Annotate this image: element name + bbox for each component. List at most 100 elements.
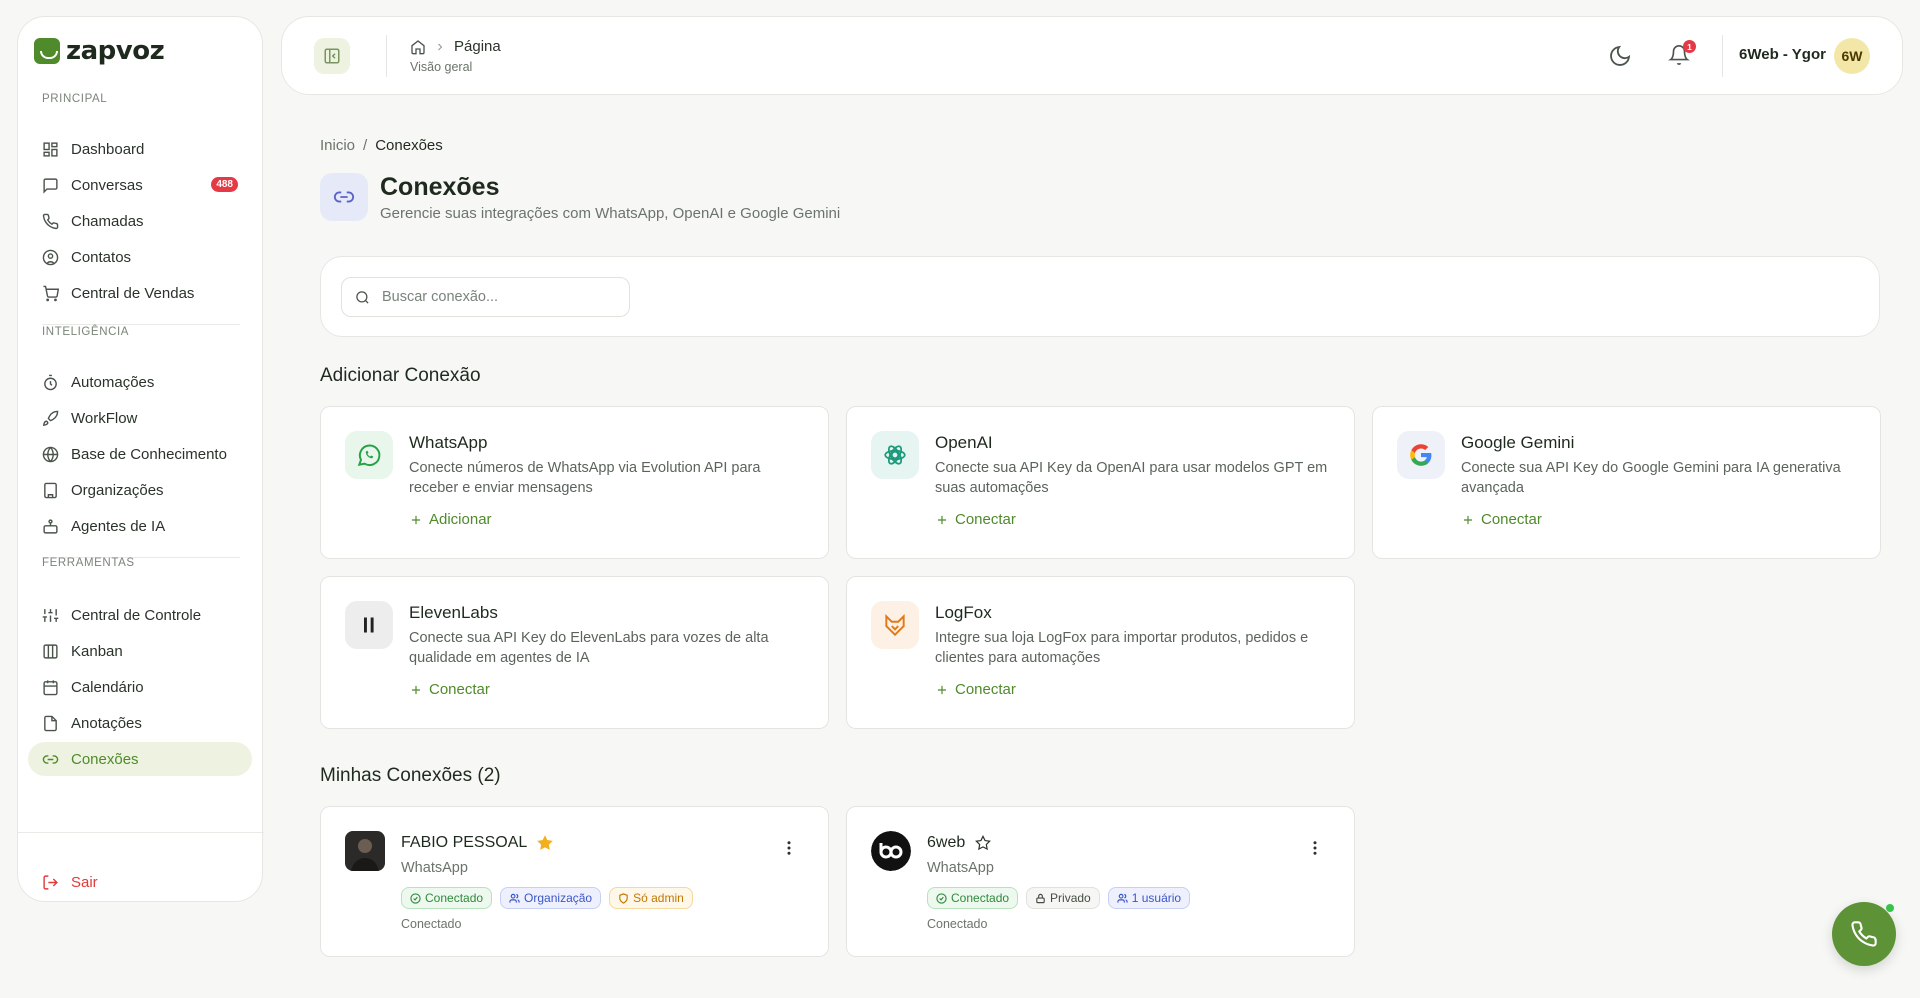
- moon-icon[interactable]: [1608, 44, 1632, 68]
- sidebar-item-label: Contatos: [71, 248, 132, 266]
- sidebar-item-label: Organizações: [71, 481, 164, 499]
- avatar[interactable]: 6W: [1834, 38, 1870, 74]
- search-card: [320, 256, 1880, 337]
- sidebar-item-label: Base de Conhecimento: [71, 445, 227, 463]
- connection-status: Conectado: [927, 917, 988, 931]
- more-vertical-icon[interactable]: [1306, 839, 1324, 857]
- plus-icon: [1463, 515, 1473, 524]
- sidebar-item-agentes-de-ia[interactable]: Agentes de IA: [28, 509, 252, 543]
- sidebar-divider: [18, 832, 264, 833]
- provider-description: Conecte sua API Key do Google Gemini par…: [1461, 460, 1841, 496]
- star-outline-icon[interactable]: [975, 835, 992, 851]
- connect-gemini-button[interactable]: Conectar: [1461, 511, 1542, 528]
- connection-card-6web[interactable]: 6web WhatsApp Conectado Privado 1 usuári…: [846, 806, 1355, 957]
- connect-elevenlabs-button[interactable]: Conectar: [409, 681, 490, 698]
- sidebar-item-label: Kanban: [71, 642, 123, 660]
- connection-type: WhatsApp: [401, 860, 468, 876]
- provider-name: WhatsApp: [409, 433, 488, 452]
- contact-icon: [42, 249, 59, 265]
- add-whatsapp-button[interactable]: Adicionar: [409, 511, 492, 528]
- action-label: Conectar: [955, 681, 1016, 698]
- page-subtitle: Gerencie suas integrações com WhatsApp, …: [380, 205, 841, 222]
- status-badge: Conectado: [401, 887, 493, 909]
- sidebar-item-dashboard[interactable]: Dashboard: [28, 132, 252, 166]
- visibility-badge: Privado: [1026, 887, 1100, 909]
- openai-icon: [871, 431, 919, 479]
- action-label: Adicionar: [429, 511, 492, 528]
- connection-card-fabio[interactable]: FABIO PESSOAL WhatsApp Conectado Organiz…: [320, 806, 829, 957]
- section-title-ferramentas: FERRAMENTAS: [42, 557, 135, 569]
- sidebar-item-workflow[interactable]: WorkFlow: [28, 401, 252, 435]
- avatar: [345, 831, 385, 871]
- tag-label: Organização: [524, 891, 593, 905]
- sidebar-item-automacoes[interactable]: Automações: [28, 365, 252, 399]
- sidebar-collapse-icon: [324, 48, 340, 64]
- sidebar-item-label: Calendário: [71, 678, 144, 696]
- provider-card-elevenlabs: ElevenLabs Conecte sua API Key do Eleven…: [320, 576, 829, 729]
- provider-description: Integre sua loja LogFox para importar pr…: [935, 630, 1309, 666]
- sidebar-item-contatos[interactable]: Contatos: [28, 240, 252, 274]
- kanban-icon: [43, 643, 58, 659]
- connection-status: Conectado: [401, 917, 462, 931]
- connection-name-row: FABIO PESSOAL: [401, 834, 554, 852]
- status-badge: Conectado: [927, 887, 1019, 909]
- sidebar-item-calendario[interactable]: Calendário: [28, 670, 252, 704]
- add-connection-heading: Adicionar Conexão: [320, 365, 481, 386]
- more-vertical-icon[interactable]: [780, 839, 798, 857]
- connection-name-row: 6web: [927, 834, 992, 852]
- home-icon[interactable]: [410, 39, 426, 55]
- sidebar-item-anotacoes[interactable]: Anotações: [28, 706, 252, 740]
- provider-card-logfox: LogFox Integre sua loja LogFox para impo…: [846, 576, 1355, 729]
- connect-logfox-button[interactable]: Conectar: [935, 681, 1016, 698]
- tag-list: Conectado Organização Só admin: [401, 887, 693, 909]
- globe-icon: [42, 446, 59, 462]
- plus-icon: [937, 515, 947, 524]
- logo[interactable]: zapvoz: [34, 36, 165, 66]
- search-field[interactable]: [341, 277, 630, 317]
- notifications-button[interactable]: 1: [1668, 40, 1696, 68]
- sidebar-item-conversas[interactable]: Conversas 488: [28, 168, 252, 202]
- breadcrumb-home-link[interactable]: Inicio: [320, 137, 355, 154]
- sidebar-item-central-de-controle[interactable]: Central de Controle: [28, 598, 252, 632]
- tag-label: Conectado: [951, 891, 1010, 905]
- sidebar-item-base-de-conhecimento[interactable]: Base de Conhecimento: [28, 437, 252, 471]
- provider-name: ElevenLabs: [409, 603, 498, 622]
- topbar-divider: [1722, 35, 1723, 77]
- provider-card-whatsapp: WhatsApp Conecte números de WhatsApp via…: [320, 406, 829, 559]
- connection-type: WhatsApp: [927, 860, 994, 876]
- sidebar-item-organizacoes[interactable]: Organizações: [28, 473, 252, 507]
- plus-icon: [937, 685, 947, 694]
- sidebar-item-conexoes[interactable]: Conexões: [28, 742, 252, 776]
- user-name[interactable]: 6Web - Ygor: [1739, 46, 1826, 63]
- collapse-sidebar-button[interactable]: [314, 38, 350, 74]
- sidebar-item-kanban[interactable]: Kanban: [28, 634, 252, 668]
- whatsapp-icon: [345, 431, 393, 479]
- users-icon: [1117, 893, 1128, 903]
- connect-openai-button[interactable]: Conectar: [935, 511, 1016, 528]
- avatar: [871, 831, 911, 871]
- dashboard-icon: [43, 141, 58, 157]
- logout-icon: [43, 874, 58, 890]
- check-circle-icon: [410, 892, 421, 904]
- page-breadcrumb: Inicio / Conexões: [320, 137, 443, 154]
- sidebar-item-label: Central de Vendas: [71, 284, 195, 302]
- tag-label: Conectado: [425, 891, 484, 905]
- search-input[interactable]: [382, 289, 602, 305]
- logout-label: Sair: [71, 873, 98, 891]
- call-fab-button[interactable]: [1832, 902, 1896, 966]
- sidebar-item-label: WorkFlow: [71, 409, 138, 427]
- connection-name: 6web: [927, 834, 966, 851]
- chevron-right-icon: [438, 43, 443, 50]
- sidebar-item-central-de-vendas[interactable]: Central de Vendas: [28, 276, 252, 310]
- check-circle-icon: [936, 892, 947, 904]
- sliders-icon: [42, 608, 59, 622]
- rocket-icon: [42, 410, 59, 426]
- lock-icon: [1036, 893, 1045, 903]
- calendar-icon: [43, 679, 58, 695]
- logout-button[interactable]: Sair: [28, 865, 252, 899]
- link-icon: [333, 191, 355, 203]
- phone-icon: [1851, 921, 1877, 947]
- plus-icon: [411, 515, 421, 524]
- sidebar-item-chamadas[interactable]: Chamadas: [28, 204, 252, 238]
- star-filled-icon[interactable]: [537, 835, 554, 851]
